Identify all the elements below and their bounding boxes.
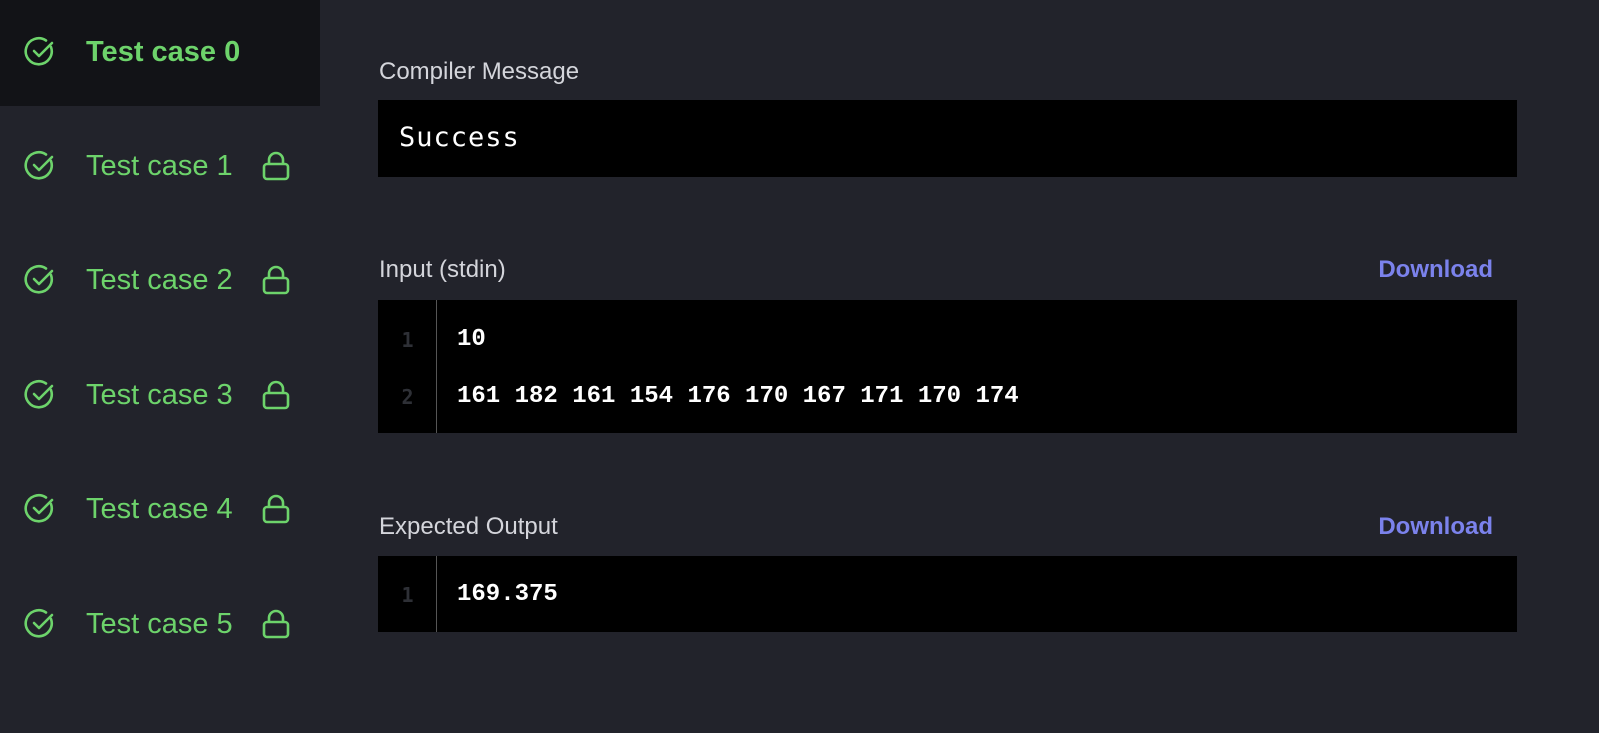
sidebar-item-test-case-4[interactable]: Test case 4 [0, 455, 320, 563]
sidebar-item-test-case-2[interactable]: Test case 2 [0, 226, 320, 334]
check-circle-icon [24, 265, 54, 294]
test-case-label: Test case 2 [86, 263, 233, 296]
lock-icon [262, 265, 290, 295]
check-circle-icon [24, 380, 54, 409]
check-circle-icon [24, 151, 54, 180]
compiler-message: Success [399, 122, 520, 153]
input-line: 10 [457, 326, 486, 353]
input-label: Input (stdin) [379, 256, 506, 283]
input-box: 1 10 2 161 182 161 154 176 170 167 171 1… [378, 300, 1517, 433]
expected-output-box: 1 169.375 [378, 556, 1517, 632]
test-case-label: Test case 4 [86, 492, 233, 525]
input-line: 161 182 161 154 176 170 167 171 170 174 [457, 383, 1019, 410]
lock-icon [262, 151, 290, 181]
check-circle-icon [24, 609, 54, 638]
expected-output-label: Expected Output [379, 513, 558, 540]
line-number: 2 [401, 385, 414, 409]
lock-icon [262, 609, 290, 639]
test-case-label: Test case 5 [86, 607, 233, 640]
compiler-message-box: Success [378, 100, 1517, 177]
expected-download-link[interactable]: Download [1378, 513, 1493, 541]
lock-icon [262, 380, 290, 410]
line-number: 1 [401, 328, 414, 352]
line-number: 1 [401, 583, 414, 607]
sidebar-item-test-case-1[interactable]: Test case 1 [0, 112, 320, 220]
test-case-sidebar: Test case 0 Test case 1 Test case 2 Test ca… [0, 0, 320, 733]
sidebar-item-test-case-5[interactable]: Test case 5 [0, 570, 320, 678]
check-circle-icon [24, 494, 54, 523]
line-gutter [378, 300, 437, 433]
sidebar-item-test-case-0[interactable]: Test case 0 [0, 0, 320, 106]
lock-icon [262, 494, 290, 524]
input-download-link[interactable]: Download [1378, 256, 1493, 284]
sidebar-item-test-case-3[interactable]: Test case 3 [0, 341, 320, 449]
compiler-message-label: Compiler Message [379, 58, 580, 85]
expected-line: 169.375 [457, 581, 558, 608]
test-case-label: Test case 0 [86, 35, 241, 68]
test-case-label: Test case 1 [86, 149, 233, 182]
test-case-label: Test case 3 [86, 378, 233, 411]
check-circle-icon [24, 37, 54, 66]
